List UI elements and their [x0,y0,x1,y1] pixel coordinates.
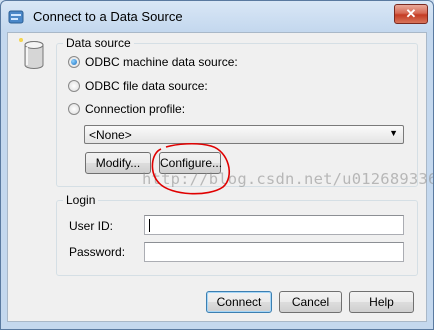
title-bar[interactable]: Connect to a Data Source ✕ [1,1,433,33]
radio-button[interactable] [68,55,80,68]
odbc-machine-label: ODBC machine data source: [85,55,238,69]
password-label: Password: [69,245,126,259]
database-icon [19,38,44,69]
radio-button[interactable] [68,79,80,92]
cancel-button[interactable]: Cancel [279,291,342,313]
connect-button[interactable]: Connect [206,291,272,313]
watermark-text: http://blog.csdn.net/u012689336 [142,170,434,188]
data-source-legend: Data source [63,36,134,50]
connection-profile-radio[interactable]: Connection profile: [68,101,185,117]
user-id-field[interactable] [144,215,404,235]
chevron-down-icon[interactable]: ▼ [389,128,398,138]
close-icon: ✕ [405,6,417,21]
dialog-app-icon [8,10,24,24]
help-button[interactable]: Help [349,291,414,313]
login-legend: Login [63,193,99,207]
radio-button[interactable] [68,102,80,115]
odbc-file-radio[interactable]: ODBC file data source: [68,78,208,94]
data-source-select[interactable]: <None> ▼ [84,125,404,144]
user-id-label: User ID: [69,219,114,233]
password-field[interactable] [144,242,404,262]
connection-profile-label: Connection profile: [85,102,186,116]
close-button[interactable]: ✕ [394,4,428,24]
login-group: Login [56,193,418,276]
odbc-file-label: ODBC file data source: [85,79,208,93]
odbc-machine-radio[interactable]: ODBC machine data source: [68,54,238,70]
data-source-select-value: <None> [89,128,132,142]
connect-dialog-window: Connect to a Data Source ✕ Data source O… [0,0,434,330]
text-caret [149,219,150,232]
window-title: Connect to a Data Source [33,9,183,24]
